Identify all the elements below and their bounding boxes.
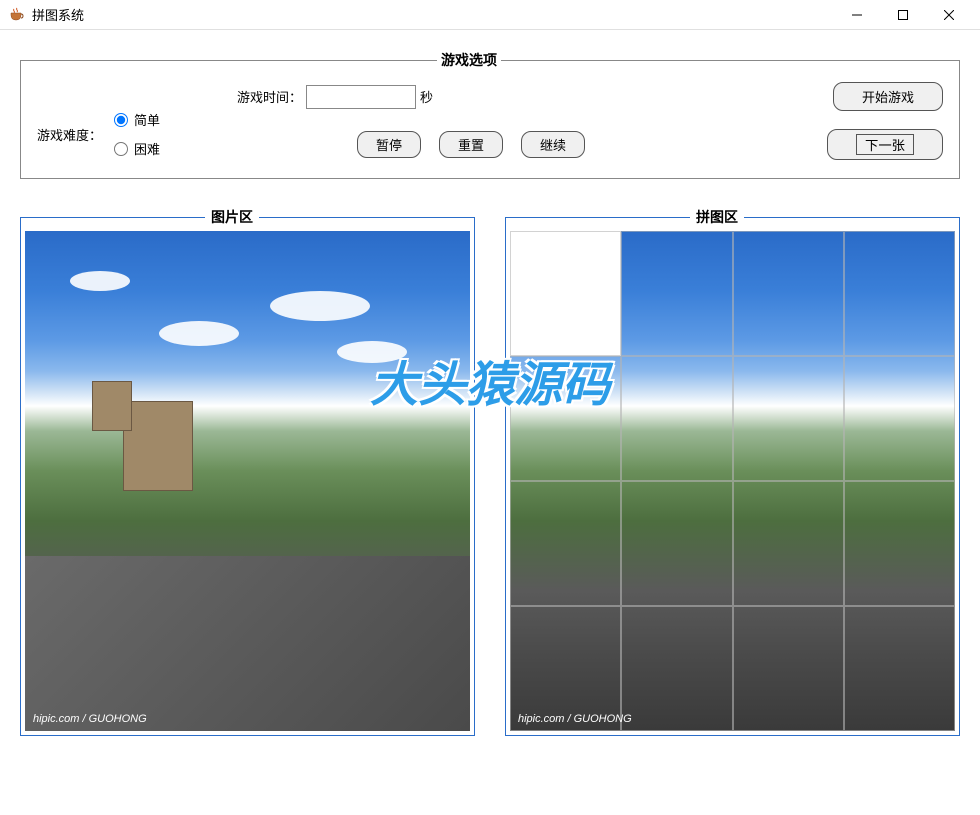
puzzle-tile-empty[interactable] [510, 231, 621, 356]
puzzle-tile[interactable] [621, 606, 732, 731]
window-controls [834, 0, 972, 30]
maximize-button[interactable] [880, 0, 926, 30]
puzzle-tile[interactable] [733, 606, 844, 731]
puzzle-tile[interactable] [621, 231, 732, 356]
image-credit: hipic.com / GUOHONG [518, 713, 632, 725]
close-button[interactable] [926, 0, 972, 30]
game-time-input[interactable] [306, 85, 416, 109]
start-game-button[interactable]: 开始游戏 [833, 82, 943, 111]
reference-image-panel: 图片区 hipic.com / GUOHONG [20, 207, 475, 736]
puzzle-panel: 拼图区 [505, 207, 960, 736]
titlebar: 拼图系统 [0, 0, 980, 30]
puzzle-tile[interactable] [844, 481, 955, 606]
options-legend: 游戏选项 [437, 50, 501, 70]
difficulty-hard-option[interactable]: 困难 [114, 139, 160, 158]
window-title: 拼图系统 [32, 5, 834, 24]
time-block: 游戏时间： 秒 [237, 85, 433, 109]
difficulty-hard-radio[interactable] [114, 142, 128, 156]
next-image-button[interactable]: 下一张 [827, 129, 943, 160]
puzzle-legend: 拼图区 [690, 207, 744, 227]
puzzle-grid [510, 231, 955, 731]
puzzle-tile[interactable] [733, 356, 844, 481]
reference-legend: 图片区 [205, 207, 259, 227]
puzzle-tile[interactable] [510, 481, 621, 606]
puzzle-tile[interactable] [510, 356, 621, 481]
puzzle-tile[interactable] [733, 481, 844, 606]
puzzle-area: hipic.com / GUOHONG [510, 231, 955, 731]
puzzle-tile[interactable] [621, 481, 732, 606]
difficulty-easy-option[interactable]: 简单 [114, 110, 160, 129]
content-area: 游戏选项 游戏时间： 秒 开始游戏 游戏难度： 简单 [0, 30, 980, 756]
puzzle-tile[interactable] [844, 231, 955, 356]
pause-button[interactable]: 暂停 [357, 131, 421, 158]
puzzle-tile[interactable] [844, 356, 955, 481]
difficulty-easy-radio[interactable] [114, 113, 128, 127]
continue-button[interactable]: 继续 [521, 131, 585, 158]
puzzle-tile[interactable] [621, 356, 732, 481]
difficulty-label: 游戏难度： [37, 125, 102, 144]
minimize-button[interactable] [834, 0, 880, 30]
image-credit: hipic.com / GUOHONG [33, 713, 147, 725]
reference-image: hipic.com / GUOHONG [25, 231, 470, 731]
time-unit: 秒 [420, 87, 433, 106]
java-cup-icon [8, 7, 24, 23]
puzzle-tile[interactable] [844, 606, 955, 731]
puzzle-tile[interactable] [733, 231, 844, 356]
game-options-panel: 游戏选项 游戏时间： 秒 开始游戏 游戏难度： 简单 [20, 50, 960, 179]
difficulty-block: 游戏难度： 简单 困难 [37, 110, 160, 158]
reset-button[interactable]: 重置 [439, 131, 503, 158]
time-label: 游戏时间： [237, 87, 302, 106]
